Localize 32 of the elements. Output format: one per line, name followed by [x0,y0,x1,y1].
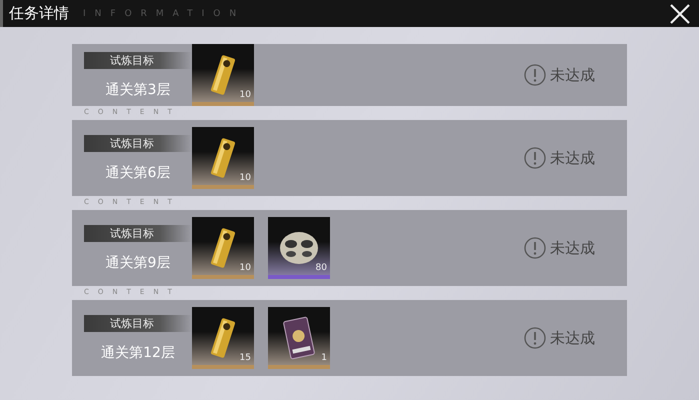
item-count: 10 [240,90,251,100]
warning-icon [524,147,546,169]
status-text: 未达成 [550,238,595,258]
window-subtitle: INFORMATION [83,8,246,18]
reward-tile[interactable]: 15 [192,307,254,369]
item-count: 1 [321,353,327,363]
item-count: 10 [240,173,251,183]
reward-tile[interactable]: 1 [268,307,330,369]
reward-tile[interactable]: 10 [192,44,254,106]
status-text: 未达成 [550,328,595,348]
status-text: 未达成 [550,66,595,84]
window-title: 任务详情 [9,4,69,23]
task-tag: 试炼目标 [84,224,192,242]
task-goal: 通关第3层 [104,80,172,98]
reward-tile[interactable]: 10 [192,217,254,279]
item-count: 80 [316,263,327,273]
warning-icon [524,327,546,349]
close-icon [669,2,691,24]
task-tag: 试炼目标 [84,314,192,332]
task-goal: 通关第12层 [100,344,176,362]
reward-tile[interactable]: 80 [268,217,330,279]
task-tag: 试炼目标 [84,52,192,68]
task-goal: 通关第9层 [104,254,172,272]
warning-icon [524,64,546,86]
task-goal: 通关第6层 [104,164,172,182]
close-button[interactable] [669,2,691,24]
status-text: 未达成 [550,148,595,168]
task-tag: 试炼目标 [84,134,192,152]
reward-tile[interactable]: 10 [192,127,254,189]
item-count: 15 [240,353,251,363]
warning-icon [524,237,546,259]
item-count: 10 [240,263,251,273]
